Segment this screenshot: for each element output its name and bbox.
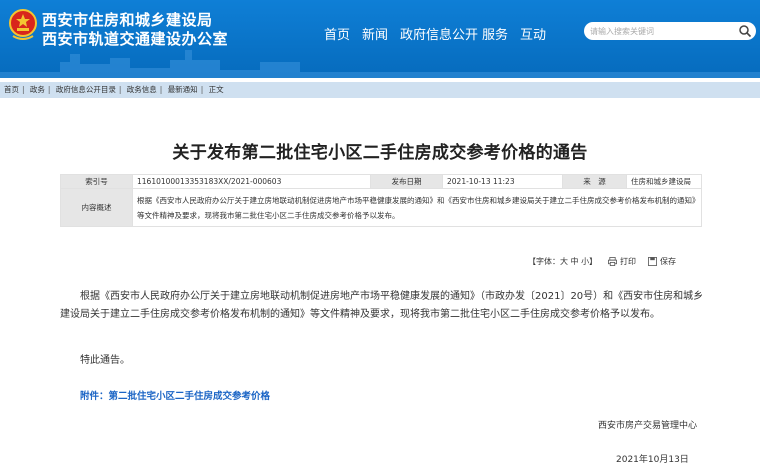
breadcrumb-latest-notices[interactable]: 最新通知: [168, 85, 198, 94]
national-emblem-icon: [9, 9, 37, 40]
nav-news[interactable]: 新闻: [362, 24, 388, 43]
breadcrumb-gov-info[interactable]: 政务信息: [127, 85, 157, 94]
print-button[interactable]: 打印: [620, 256, 636, 267]
search-box: [584, 22, 756, 40]
site-header: 西安市住房和城乡建设局 西安市轨道交通建设办公室 首页 新闻 政府信息公开 服务…: [0, 0, 760, 78]
summary-value: 根据《西安市人民政府办公厅关于建立房地联动机制促进房地产市场平稳健康发展的通知》…: [132, 188, 702, 227]
site-title-line2: 西安市轨道交通建设办公室: [42, 30, 229, 48]
breadcrumb-separator: |: [118, 85, 122, 94]
article-paragraph: 根据《西安市人民政府办公厅关于建立房地联动机制促进房地产市场平稳健康发展的通知》…: [60, 291, 704, 320]
print-icon: [608, 257, 617, 266]
search-input[interactable]: [590, 24, 730, 38]
font-size-control[interactable]: 【字体：大 中 小】: [528, 256, 597, 267]
meta-row: 内容概述 根据《西安市人民政府办公厅关于建立房地联动机制促进房地产市场平稳健康发…: [60, 188, 702, 227]
site-title-line1: 西安市住房和城乡建设局: [42, 11, 213, 29]
date-value: 2021-10-13 11:23: [442, 174, 563, 189]
article-meta-table: 索引号 11610100013353183XX/2021-000603 发布日期…: [60, 174, 702, 227]
breadcrumb-government[interactable]: 政务: [30, 85, 45, 94]
index-value: 11610100013353183XX/2021-000603: [132, 174, 371, 189]
article-title: 关于发布第二批住宅小区二手住房成交参考价格的通告: [172, 143, 588, 163]
breadcrumb-separator: |: [159, 85, 163, 94]
search-icon[interactable]: [738, 24, 752, 38]
signature-org: 西安市房产交易管理中心: [598, 421, 698, 431]
save-button[interactable]: 保存: [660, 256, 676, 267]
source-value: 住房和城乡建设局: [626, 174, 702, 189]
article-closing: 特此通告。: [80, 355, 130, 366]
save-icon: [648, 257, 657, 266]
nav-interaction[interactable]: 互动: [520, 24, 546, 43]
source-label: 来 源: [562, 174, 627, 189]
breadcrumb-disclosure-catalog[interactable]: 政府信息公开目录: [56, 85, 116, 94]
meta-row: 索引号 11610100013353183XX/2021-000603 发布日期…: [60, 174, 702, 189]
breadcrumb-current: 正文: [208, 85, 224, 94]
breadcrumb-separator: |: [47, 85, 51, 94]
index-label: 索引号: [60, 174, 133, 189]
breadcrumb-home[interactable]: 首页: [4, 85, 19, 94]
breadcrumb-separator: |: [22, 85, 25, 94]
breadcrumb-separator: |: [200, 85, 204, 94]
summary-label: 内容概述: [60, 188, 133, 227]
nav-home[interactable]: 首页: [324, 24, 350, 43]
attachment-link[interactable]: 附件：第二批住宅小区二手住房成交参考价格: [80, 388, 270, 402]
nav-gov-info[interactable]: 政府信息公开: [400, 24, 478, 43]
breadcrumb: 首页 | 政务 | 政府信息公开目录 | 政务信息 | 最新通知 | 正文: [0, 82, 760, 98]
nav-services[interactable]: 服务: [482, 24, 508, 43]
date-label: 发布日期: [370, 174, 443, 189]
signature-date: 2021年10月13日: [616, 455, 689, 465]
